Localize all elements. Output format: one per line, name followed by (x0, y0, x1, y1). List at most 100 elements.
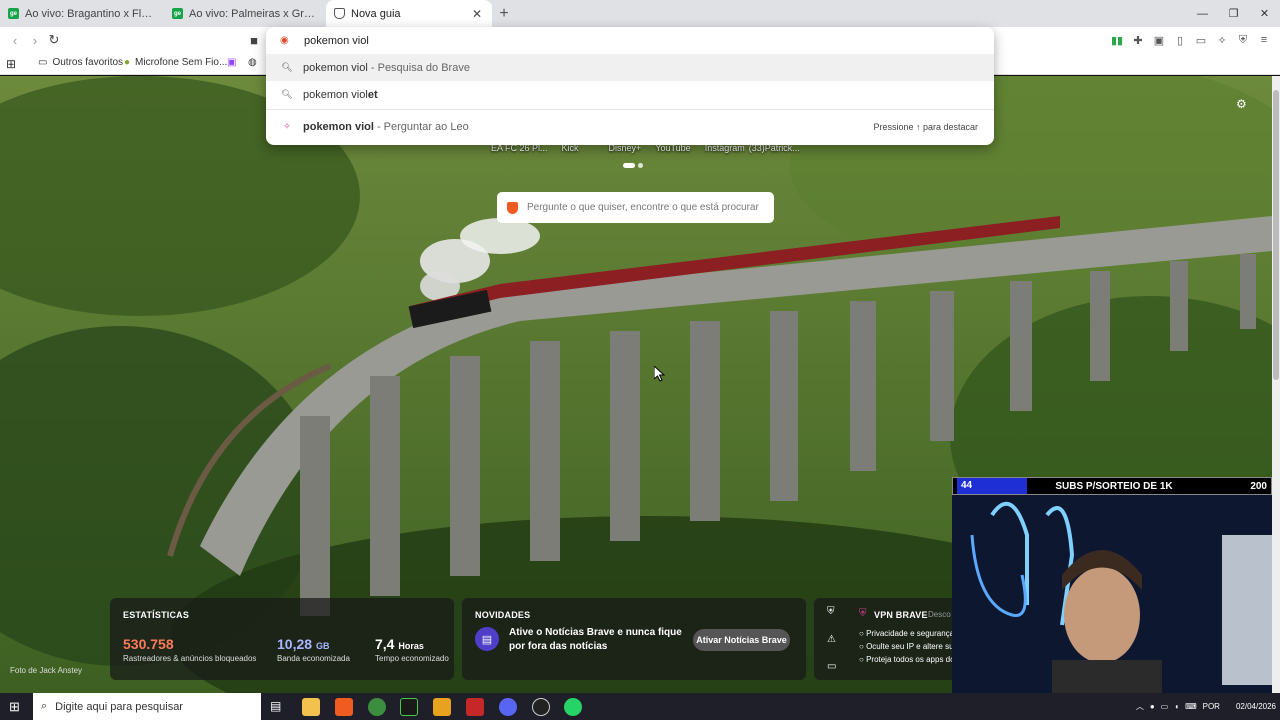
stat-time-label: Tempo economizado (375, 654, 449, 663)
vpn-shield-icon[interactable]: ⛨ (827, 606, 835, 617)
task-view-icon[interactable]: ▤ (270, 699, 281, 713)
suggestion-ask-leo[interactable]: ✧ pokemon viol - Perguntar ao Leo Pressi… (266, 113, 994, 140)
stats-title: ESTATÍSTICAS (123, 610, 190, 620)
voicemeeter-taskbar-icon[interactable] (466, 698, 484, 716)
bookmark-icon[interactable]: ■ (246, 32, 262, 48)
address-bar-input[interactable]: ◉ pokemon viol (266, 27, 994, 54)
stat-trackers-label: Rastreadores & anúncios bloqueados (123, 654, 257, 663)
pager-dot[interactable] (638, 163, 643, 168)
wallet-icon[interactable]: ▣ (1151, 32, 1167, 48)
file-explorer-icon[interactable] (302, 698, 320, 716)
keyboard-icon[interactable]: ⌨ (1185, 702, 1197, 711)
menu-icon[interactable]: ≡ (1256, 32, 1272, 48)
tab-nova-guia[interactable]: Nova guia ✕ (326, 0, 492, 27)
app-taskbar-icon[interactable] (400, 698, 418, 716)
page-scrollbar[interactable] (1272, 76, 1280, 693)
obs-taskbar-icon[interactable] (532, 698, 550, 716)
search-icon: ⌕ (41, 700, 48, 712)
webcam-overlay (952, 495, 1272, 693)
goal-target: 200 (1250, 480, 1267, 492)
pager-dot[interactable] (623, 163, 635, 168)
vpn-status: Desco (928, 610, 951, 619)
card-icon[interactable]: ▭ (827, 661, 836, 672)
suggestion-query: pokemon viol (303, 88, 368, 101)
tab-title: Ao vivo: Palmeiras x Grêmio | Rodad (189, 7, 318, 20)
puzzle-icon[interactable]: ✚ (1130, 32, 1146, 48)
network-icon[interactable]: ▭ (1161, 702, 1169, 711)
news-text: Ative o Notícias Brave e nunca fique por… (509, 627, 682, 652)
scrollbar-thumb[interactable] (1273, 90, 1279, 380)
microphone-icon[interactable]: ● (1150, 702, 1155, 711)
minimize-button[interactable]: — (1187, 0, 1218, 27)
search-placeholder: Pergunte o que quiser, encontre o que es… (527, 202, 759, 213)
forward-icon[interactable]: › (27, 32, 43, 48)
stream-goal-bar: 44 SUBS P/SORTEIO DE 1K 200 (952, 477, 1272, 495)
keyboard-hint: Pressione ↑ para destacar (873, 121, 978, 132)
system-tray: ︿ ● ▭ ◖ ⌨ POR 02/04/2026 (1136, 693, 1280, 720)
vpn-shield-icon[interactable]: ⛨ (1235, 32, 1251, 48)
brave-taskbar-icon[interactable] (335, 698, 353, 716)
suggestion-autocomplete[interactable]: 🔍︎ pokemon viol et (266, 81, 994, 108)
suggestion-divider (266, 109, 994, 110)
alert-icon[interactable]: ⚠ (827, 634, 836, 645)
ge-favicon-icon: ge (8, 8, 19, 19)
settings-gear-icon[interactable]: ⚙ (1236, 97, 1247, 111)
suggestion-source: - Perguntar ao Leo (373, 120, 469, 133)
sidebar-icon[interactable]: ▯ (1172, 32, 1188, 48)
back-icon[interactable]: ‹ (7, 32, 23, 48)
tray-chevron-icon[interactable]: ︿ (1136, 701, 1144, 712)
taskbar-search[interactable]: ⌕ Digite aqui para pesquisar (33, 693, 261, 720)
language-indicator[interactable]: POR (1203, 702, 1220, 711)
chrome-taskbar-icon[interactable] (368, 698, 386, 716)
news-icon: ▤ (475, 627, 499, 651)
folder-icon: ▭ (38, 57, 48, 68)
suggestion-completion: et (367, 88, 378, 101)
bookmark-folder-outros[interactable]: ▭ Outros favoritos (38, 57, 123, 68)
leo-icon[interactable]: ✧ (1214, 32, 1230, 48)
whatsapp-taskbar-icon[interactable] (564, 698, 582, 716)
wallet-card-icon[interactable]: ▭ (1193, 32, 1209, 48)
app-taskbar-icon[interactable] (433, 698, 451, 716)
vpn-feature: ○ Privacidade e segurança (859, 629, 954, 638)
discord-taskbar-icon[interactable] (499, 698, 517, 716)
twitch-icon[interactable]: ▣ (227, 57, 236, 68)
mouse-cursor-icon (654, 366, 666, 382)
ge-favicon-icon: ge (172, 8, 183, 19)
windows-start-icon[interactable]: ⊞ (9, 699, 20, 715)
restore-button[interactable]: ❐ (1218, 0, 1249, 27)
stat-bandwidth-value: 10,28 (277, 636, 313, 652)
webcam-feed-image (952, 495, 1272, 693)
close-window-button[interactable]: ✕ (1249, 0, 1280, 27)
suggestion-query: pokemon viol (303, 61, 368, 74)
stats-widget: ESTATÍSTICAS 530.758 Rastreadores & anún… (110, 598, 454, 680)
brave-logo-icon (507, 201, 518, 214)
close-tab-icon[interactable]: ✕ (470, 7, 484, 21)
vpn-feature: ○ Oculte seu IP e altere sua (859, 642, 954, 651)
vpn-widget: ⛨ ⚠ ▭ ⛨ VPN BRAVE Desco ○ Privacidade e … (814, 598, 954, 680)
suggestion-source: - Pesquisa do Brave (367, 61, 470, 74)
new-tab-search-box[interactable]: Pergunte o que quiser, encontre o que es… (497, 192, 774, 223)
activate-news-button[interactable]: Ativar Notícias Brave (693, 629, 790, 651)
search-icon: 🔍︎ (281, 62, 293, 72)
omnibox-search-icon: ◉ (280, 35, 289, 46)
globe-icon[interactable]: ◍ (248, 57, 257, 68)
stat-time-unit: Horas (398, 641, 424, 651)
suggestion-brave-search[interactable]: 🔍︎ pokemon viol - Pesquisa do Brave (266, 54, 994, 81)
extension-icon[interactable]: ▮▮ (1109, 32, 1125, 48)
stat-time: 7,4 Horas Tempo economizado (375, 636, 449, 663)
stat-bandwidth-label: Banda economizada (277, 654, 350, 663)
volume-icon[interactable]: ◖ (1174, 702, 1179, 711)
new-tab-button[interactable]: + (492, 0, 516, 27)
photo-credit[interactable]: Foto de Jack Anstey (10, 666, 82, 675)
clock-date[interactable]: 02/04/2026 (1236, 702, 1276, 711)
windows-taskbar: ⊞ ⌕ Digite aqui para pesquisar ▤ ︿ ● ▭ ◖… (0, 693, 1280, 720)
suggestion-query: pokemon viol (303, 120, 374, 133)
vpn-logo-icon: ⛨ (859, 608, 867, 619)
apps-grid-icon[interactable]: ⊞ (6, 57, 16, 71)
reload-icon[interactable]: ↻ (46, 32, 62, 48)
tab-title: Ao vivo: Bragantino x Flamengo | Ro (25, 7, 156, 20)
stat-trackers-value: 530.758 (123, 636, 174, 652)
tab-palmeiras-gremio[interactable]: ge Ao vivo: Palmeiras x Grêmio | Rodad (164, 0, 326, 27)
bookmark-microfone[interactable]: ● Microfone Sem Fio... (124, 57, 227, 68)
tab-bragantino-flamengo[interactable]: ge Ao vivo: Bragantino x Flamengo | Ro (0, 0, 164, 27)
